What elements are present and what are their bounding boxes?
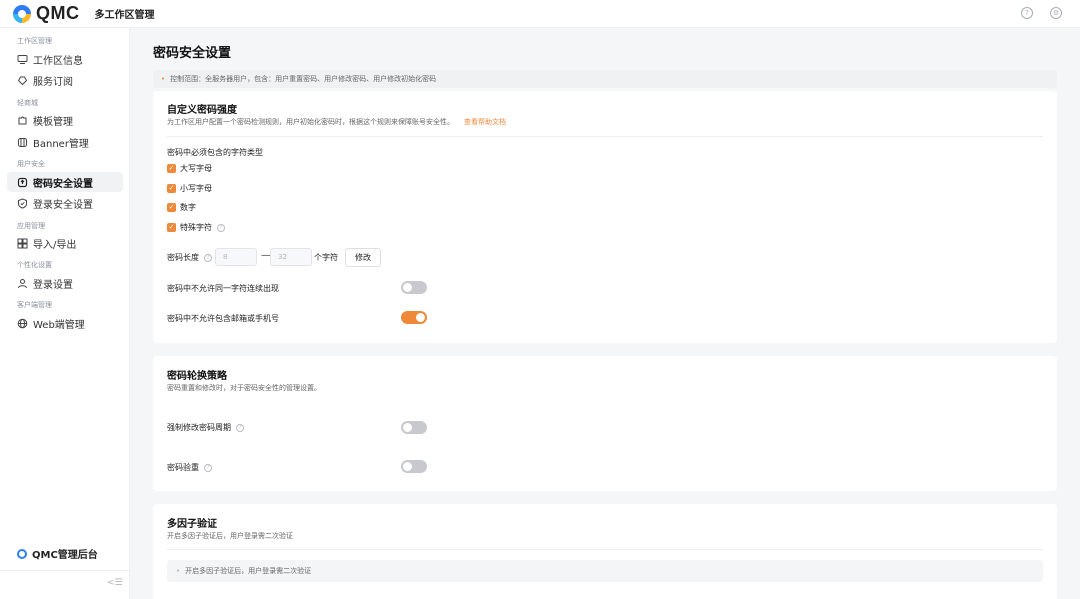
qmc-dot-icon [17, 548, 27, 559]
gear-icon[interactable]: ⚙ [1050, 7, 1062, 19]
sidebar-item-label: 服务订阅 [33, 76, 73, 88]
card-desc: 为工作区用户配置一个密码检测规则，用户初始化密码时，根据这个规则来保障账号安全性… [167, 117, 506, 127]
sidebar-item-label: 密码安全设置 [33, 178, 93, 190]
card-desc-text: 为工作区用户配置一个密码检测规则，用户初始化密码时，根据这个规则来保障账号安全性… [167, 118, 454, 126]
sidebar-item-label: 模板管理 [33, 116, 73, 128]
checkbox-checked-icon[interactable]: ✓ [167, 203, 176, 212]
page-title: 密码安全设置 [153, 46, 232, 61]
sidebar-group-label: 工作区管理 [17, 37, 52, 45]
mfa-note: • 开启多因子验证后，用户登录需二次验证 [167, 560, 1043, 582]
checkbox-label: 特殊字符 [180, 223, 212, 232]
sidebar-item-label: Web端管理 [33, 319, 85, 331]
sidebar-item-label: 登录安全设置 [33, 199, 93, 211]
checkbox-digits[interactable]: ✓ 数字 [167, 202, 196, 213]
verify-toggle[interactable] [401, 460, 427, 473]
help-doc-link[interactable]: 查看帮助文档 [464, 118, 506, 126]
help-circle-icon[interactable]: ? [1021, 7, 1033, 19]
force-period-label-text: 强制修改密码周期 [167, 423, 231, 432]
sidebar-item-label: 导入/导出 [33, 239, 77, 251]
checkbox-checked-icon[interactable]: ✓ [167, 223, 176, 232]
shield-heart-icon [17, 75, 28, 86]
sidebar-item-banner[interactable]: Banner管理 [7, 132, 123, 152]
max-length-input[interactable]: 32 [270, 248, 312, 266]
bullet-icon: • [161, 75, 166, 83]
verify-label: 密码验重 ? [167, 462, 212, 473]
help-question-icon[interactable]: ? [204, 463, 212, 472]
card-title: 自定义密码强度 [167, 105, 237, 116]
length-unit: 个字符 [314, 253, 338, 262]
mfa-note-text: 开启多因子验证后，用户登录需二次验证 [185, 567, 312, 575]
app-title: 多工作区管理 [94, 10, 155, 21]
grid-icon [17, 238, 28, 249]
card-title: 密码轮换策略 [167, 371, 227, 382]
collapse-sidebar-icon[interactable]: <☰ [107, 578, 123, 588]
card-desc: 开启多因子验证后，用户登录需二次验证 [167, 532, 293, 540]
lock-icon [17, 177, 28, 188]
logo-text: QMC [36, 3, 80, 23]
length-label-text: 密码长度 [167, 253, 199, 262]
char-types-label: 密码中必须包含的字符类型 [167, 148, 263, 157]
admin-console-link[interactable]: QMC管理后台 [17, 546, 98, 561]
sidebar-item-password-security[interactable]: 密码安全设置 [7, 172, 123, 192]
puzzle-icon [17, 115, 28, 126]
no-repeat-label: 密码中不允许同一字符连续出现 [167, 284, 279, 293]
sidebar-item-subscription[interactable]: 服务订阅 [7, 70, 123, 90]
help-question-icon[interactable]: ? [217, 223, 225, 232]
divider [167, 549, 1043, 550]
admin-console-label: QMC管理后台 [32, 550, 98, 561]
card-desc: 密码重置和修改时，对于密码安全性的管理设置。 [167, 384, 321, 392]
top-bar: QMC 多工作区管理 ? ⚙ [0, 0, 1080, 28]
no-contact-label: 密码中不允许包含邮箱或手机号 [167, 314, 279, 323]
bullet-icon: • [176, 567, 181, 575]
sidebar-group-label: 个性化设置 [17, 261, 52, 269]
sidebar-item-label: 工作区信息 [33, 55, 83, 67]
sidebar-item-label: 登录设置 [33, 279, 73, 291]
sidebar-item-templates[interactable]: 模板管理 [7, 110, 123, 130]
no-contact-toggle[interactable] [401, 311, 427, 324]
checkbox-lowercase[interactable]: ✓ 小写字母 [167, 183, 212, 194]
help-question-icon[interactable]: ? [204, 253, 212, 262]
checkbox-label: 数字 [180, 203, 196, 212]
sidebar-group-label: 应用管理 [17, 222, 45, 230]
sidebar-item-login-security[interactable]: 登录安全设置 [7, 193, 123, 213]
force-period-label: 强制修改密码周期 ? [167, 422, 244, 433]
sidebar-item-login-settings[interactable]: 登录设置 [7, 273, 123, 293]
sidebar-group-label: 轻商城 [17, 99, 38, 107]
checkbox-checked-icon[interactable]: ✓ [167, 164, 176, 173]
sidebar-item-import-export[interactable]: 导入/导出 [7, 233, 123, 253]
length-label: 密码长度 ? [167, 252, 212, 263]
min-length-input[interactable]: 8 [215, 248, 257, 266]
sidebar: 工作区管理 工作区信息 服务订阅 轻商城 模板管理 Banner管理 用户安全 … [0, 28, 130, 599]
password-rotation-card: 密码轮换策略 密码重置和修改时，对于密码安全性的管理设置。 强制修改密码周期 ?… [153, 356, 1057, 491]
password-strength-card: 自定义密码强度 为工作区用户配置一个密码检测规则，用户初始化密码时，根据这个规则… [153, 91, 1057, 343]
help-question-icon[interactable]: ? [236, 423, 244, 432]
checkbox-special-chars[interactable]: ✓ 特殊字符 ? [167, 222, 225, 233]
monitor-icon [17, 54, 28, 65]
sidebar-divider [0, 570, 129, 571]
user-icon [17, 278, 28, 289]
checkbox-checked-icon[interactable]: ✓ [167, 184, 176, 193]
qmc-logo-icon [13, 4, 31, 23]
logo[interactable]: QMC [13, 3, 80, 24]
checkbox-label: 小写字母 [180, 184, 212, 193]
sidebar-item-web-management[interactable]: Web端管理 [7, 313, 123, 333]
globe-icon [17, 318, 28, 329]
divider [167, 136, 1043, 137]
modify-length-button[interactable]: 修改 [345, 248, 381, 267]
scope-notice: • 控制范围：全服务器用户，包含：用户重置密码、用户修改密码、用户修改初始化密码 [153, 70, 1057, 88]
checkbox-label: 大写字母 [180, 164, 212, 173]
scope-notice-text: 控制范围：全服务器用户，包含：用户重置密码、用户修改密码、用户修改初始化密码 [170, 75, 437, 83]
banner-icon [17, 137, 28, 148]
sidebar-group-label: 用户安全 [17, 160, 45, 168]
sidebar-group-label: 客户端管理 [17, 301, 52, 309]
sidebar-item-label: Banner管理 [33, 138, 89, 150]
verify-label-text: 密码验重 [167, 463, 199, 472]
force-period-toggle[interactable] [401, 421, 427, 434]
shield-check-icon [17, 197, 28, 209]
mfa-card: 多因子验证 开启多因子验证后，用户登录需二次验证 • 开启多因子验证后，用户登录… [153, 504, 1057, 599]
sidebar-item-workspace-info[interactable]: 工作区信息 [7, 49, 123, 69]
card-title: 多因子验证 [167, 519, 217, 530]
no-repeat-toggle[interactable] [401, 281, 427, 294]
checkbox-uppercase[interactable]: ✓ 大写字母 [167, 163, 212, 174]
